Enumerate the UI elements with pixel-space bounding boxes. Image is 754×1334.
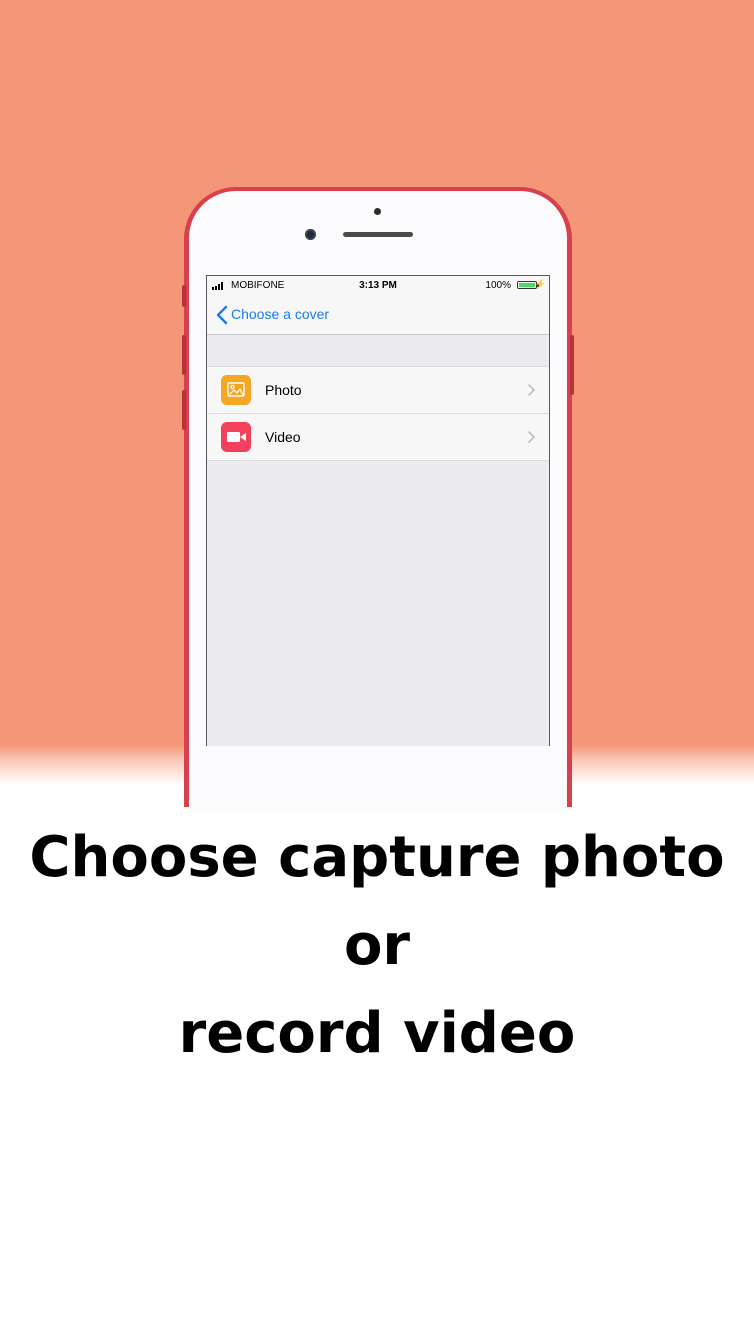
video-option-label: Video: [265, 429, 301, 445]
power-button: [570, 335, 574, 395]
cover-options-list: Photo Video: [207, 366, 549, 461]
caption-line-1: Choose capture photo: [29, 825, 725, 890]
volume-up-button: [182, 335, 186, 375]
chevron-right-icon: [528, 431, 535, 443]
chevron-right-icon: [528, 384, 535, 396]
caption-line-2: or: [343, 913, 411, 978]
phone-screen: MOBIFONE 3:13 PM 100% ⚡ Choose a cover P…: [206, 275, 550, 746]
back-chevron-icon[interactable]: [216, 305, 228, 325]
volume-down-button: [182, 390, 186, 430]
video-option-row[interactable]: Video: [207, 413, 549, 460]
earpiece-speaker: [343, 232, 413, 237]
photo-icon: [221, 375, 251, 405]
front-camera-icon: [305, 229, 316, 240]
photo-option-label: Photo: [265, 382, 302, 398]
navigation-bar: Choose a cover: [207, 296, 549, 335]
video-camera-icon: [221, 422, 251, 452]
battery-percentage: 100%: [485, 280, 511, 291]
photo-option-row[interactable]: Photo: [207, 367, 549, 413]
charging-bolt-icon: ⚡: [534, 279, 546, 289]
caption-line-3: record video: [178, 1001, 576, 1066]
proximity-sensor: [374, 208, 381, 215]
status-bar: MOBIFONE 3:13 PM 100% ⚡: [207, 276, 549, 296]
mute-switch: [182, 285, 186, 307]
back-button[interactable]: Choose a cover: [231, 306, 329, 322]
